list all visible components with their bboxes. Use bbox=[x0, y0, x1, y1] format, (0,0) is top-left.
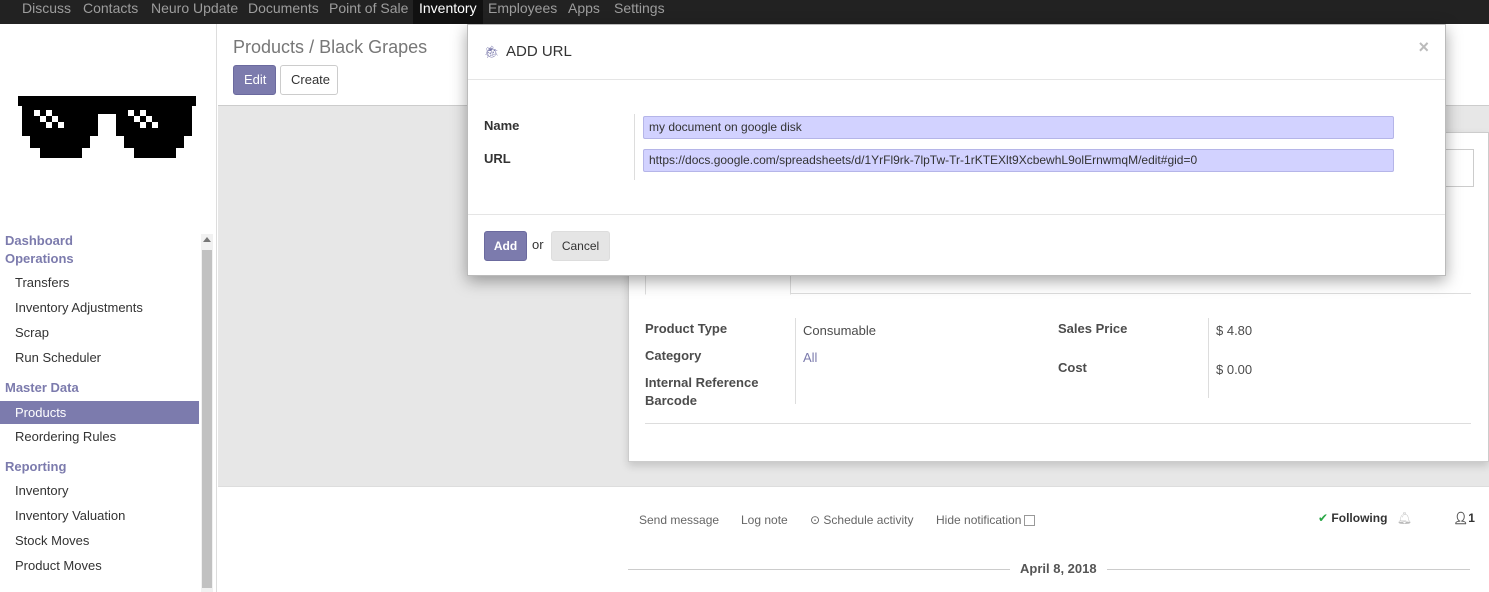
sidebar-item-inventory-valuation[interactable]: Inventory Valuation bbox=[0, 504, 199, 527]
breadcrumb-current: Black Grapes bbox=[319, 37, 428, 57]
cancel-button[interactable]: Cancel bbox=[551, 231, 610, 261]
dialog-footer: Add or Cancel bbox=[468, 214, 1445, 276]
sidebar-section-reporting[interactable]: Reporting bbox=[5, 459, 66, 474]
following-button[interactable]: ✔ Following 🔔︎ bbox=[1318, 511, 1412, 525]
sidebar-item-stock-moves[interactable]: Stock Moves bbox=[0, 529, 199, 552]
sidebar-item-products[interactable]: Products bbox=[0, 401, 199, 424]
schedule-activity-label: Schedule activity bbox=[823, 513, 914, 527]
hide-notification-toggle[interactable]: Hide notification bbox=[936, 513, 1036, 527]
dialog-header: 🐞︎ ADD URL × bbox=[468, 25, 1445, 80]
log-note-button[interactable]: Log note bbox=[741, 513, 788, 527]
url-field[interactable]: https://docs.google.com/spreadsheets/d/1… bbox=[643, 149, 1394, 172]
sales-price-label: Sales Price bbox=[1058, 321, 1128, 336]
menu-employees[interactable]: Employees bbox=[482, 0, 563, 24]
menu-settings[interactable]: Settings bbox=[608, 0, 671, 24]
menu-point-of-sale[interactable]: Point of Sale bbox=[323, 0, 414, 24]
bug-icon[interactable]: 🐞︎ bbox=[484, 45, 499, 59]
followers-button[interactable]: 👤︎1 bbox=[1453, 511, 1475, 525]
label-separator bbox=[634, 114, 635, 180]
sidebar-item-run-scheduler[interactable]: Run Scheduler bbox=[0, 346, 199, 369]
product-type-label: Product Type bbox=[645, 321, 728, 336]
smart-button-box bbox=[1444, 149, 1474, 187]
menu-neuro-update[interactable]: Neuro Update bbox=[145, 0, 244, 24]
menu-contacts[interactable]: Contacts bbox=[77, 0, 144, 24]
sidebar-item-inventory-report[interactable]: Inventory bbox=[0, 479, 199, 502]
close-icon[interactable]: × bbox=[1418, 38, 1429, 56]
send-message-button[interactable]: Send message bbox=[639, 513, 719, 527]
cost-label: Cost bbox=[1058, 360, 1087, 375]
form-divider bbox=[645, 423, 1471, 424]
breadcrumb: Products / Black Grapes bbox=[233, 37, 427, 58]
breadcrumb-separator: / bbox=[309, 37, 315, 57]
app-sidebar: Dashboard Operations Transfers Inventory… bbox=[0, 24, 217, 592]
scrollbar-thumb[interactable] bbox=[202, 250, 212, 588]
field-separator-right bbox=[1208, 318, 1209, 398]
clock-icon: ⊙ bbox=[810, 513, 821, 527]
followers-count: 1 bbox=[1468, 511, 1475, 525]
sidebar-section-operations[interactable]: Operations bbox=[5, 251, 74, 266]
product-type-value[interactable]: Consumable bbox=[803, 323, 876, 338]
bell-icon[interactable]: 🔔︎ bbox=[1397, 511, 1412, 525]
sidebar-section-master-data[interactable]: Master Data bbox=[5, 380, 79, 395]
company-logo bbox=[18, 96, 196, 158]
internal-reference-label: Internal Reference bbox=[645, 375, 759, 390]
sidebar-item-transfers[interactable]: Transfers bbox=[0, 271, 199, 294]
url-label: URL bbox=[484, 151, 511, 166]
user-icon: 👤︎ bbox=[1453, 511, 1469, 525]
sidebar-item-reordering-rules[interactable]: Reordering Rules bbox=[0, 425, 199, 448]
edit-button[interactable]: Edit bbox=[233, 65, 276, 95]
sidebar-item-product-moves[interactable]: Product Moves bbox=[0, 554, 199, 577]
schedule-activity-button[interactable]: ⊙ Schedule activity bbox=[810, 513, 913, 527]
menu-apps[interactable]: Apps bbox=[562, 0, 606, 24]
menu-discuss[interactable]: Discuss bbox=[16, 0, 77, 24]
hide-notification-checkbox[interactable] bbox=[1024, 515, 1036, 527]
category-value[interactable]: All bbox=[803, 350, 817, 365]
or-text: or bbox=[532, 237, 544, 252]
category-label: Category bbox=[645, 348, 702, 363]
cost-value[interactable]: $ 0.00 bbox=[1216, 362, 1252, 377]
menu-documents[interactable]: Documents bbox=[242, 0, 325, 24]
chatter: Send message Log note ⊙ Schedule activit… bbox=[218, 486, 1489, 592]
top-menu-bar: Discuss Contacts Neuro Update Documents … bbox=[0, 0, 1489, 24]
breadcrumb-products-link[interactable]: Products bbox=[233, 37, 304, 57]
dialog-body: Name URL my document on google disk http… bbox=[468, 80, 1445, 214]
hide-notification-label: Hide notification bbox=[936, 513, 1022, 527]
scroll-up-icon[interactable] bbox=[203, 237, 211, 242]
add-url-dialog: 🐞︎ ADD URL × Name URL my document on goo… bbox=[467, 24, 1446, 276]
barcode-label: Barcode bbox=[645, 393, 698, 408]
add-button[interactable]: Add bbox=[484, 231, 527, 261]
date-separator: April 8, 2018 bbox=[1010, 561, 1107, 576]
following-label: Following bbox=[1331, 511, 1388, 525]
name-field[interactable]: my document on google disk bbox=[643, 116, 1394, 139]
name-label: Name bbox=[484, 118, 520, 133]
sales-price-value[interactable]: $ 4.80 bbox=[1216, 323, 1252, 338]
menu-inventory[interactable]: Inventory bbox=[413, 0, 483, 24]
sidebar-item-inventory-adjustments[interactable]: Inventory Adjustments bbox=[0, 296, 199, 319]
create-button[interactable]: Create bbox=[280, 65, 338, 95]
sidebar-scrollbar[interactable] bbox=[201, 234, 213, 592]
dialog-title: ADD URL bbox=[506, 43, 572, 60]
field-separator-left bbox=[795, 318, 796, 404]
sidebar-section-dashboard[interactable]: Dashboard bbox=[5, 233, 73, 248]
sidebar-item-scrap[interactable]: Scrap bbox=[0, 321, 199, 344]
check-icon: ✔ bbox=[1318, 511, 1329, 525]
